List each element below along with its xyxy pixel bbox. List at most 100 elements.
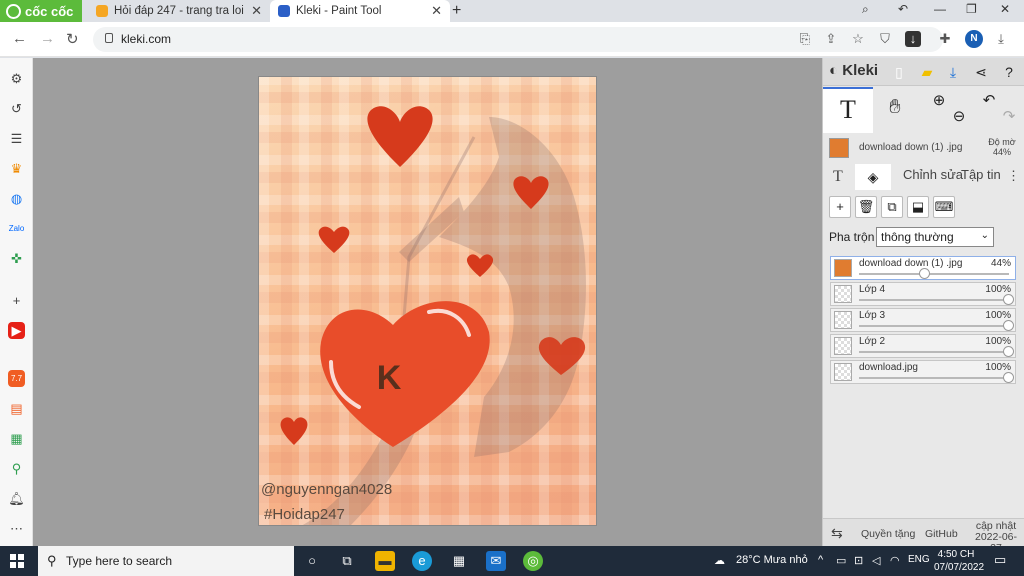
slider-knob[interactable] [1003,372,1014,383]
translate-icon[interactable]: ⎘ [797,31,813,47]
tab-file[interactable]: Tập tin [961,168,1011,182]
notification-bell-icon[interactable]: 🔔︎ [8,490,25,507]
slider-knob[interactable] [1003,320,1014,331]
weather-icon[interactable]: ☁ [714,554,725,567]
notifications-icon[interactable]: ▭ [994,552,1006,568]
forward-button[interactable]: → [40,30,55,47]
wifi-icon[interactable]: ◠ [890,554,900,567]
extensions-icon[interactable]: ✚ [937,31,953,47]
share-icon[interactable]: ⋖ [973,64,989,80]
share-icon[interactable]: ⇪ [823,31,839,47]
github-link[interactable]: GitHub [925,528,958,540]
save-download-icon[interactable]: ⤓ [945,64,961,80]
layer-opacity-slider[interactable] [859,325,1009,327]
tab-search-icon[interactable]: ⌕ [862,2,869,17]
layer-opacity-slider[interactable] [859,351,1009,353]
slider-knob[interactable] [1003,346,1014,357]
tab-layers[interactable]: ◈ [855,164,891,190]
tab-edit[interactable]: Chỉnh sửa [903,168,963,182]
close-tab-icon[interactable]: ✕ [431,3,442,19]
text-tool-button[interactable]: T [823,87,873,133]
zoom-out-icon[interactable]: ⊖ [951,109,967,125]
donate-link[interactable]: Quyền tặng [861,528,915,540]
bookmark-star-icon[interactable]: ☆ [850,31,866,47]
clock[interactable]: 4:50 CH 07/07/2022 [934,548,984,574]
reload-button[interactable]: ↻ [66,30,79,48]
reading-list-icon[interactable]: ☰ [8,130,25,147]
tab-hoidap247[interactable]: Hỏi đáp 247 - trang tra loi ✕ [88,0,270,22]
layer-row[interactable]: Lớp 4 100% [830,282,1016,306]
file-explorer-icon[interactable]: ▬ [375,551,395,571]
shopping-icon[interactable]: ▤ [8,400,25,417]
minimize-button[interactable]: — [934,2,946,16]
rename-layer-button[interactable]: ⌨ [933,196,955,218]
store-icon[interactable]: ▦ [449,551,469,571]
download-page-icon[interactable]: ↓ [905,31,921,47]
crown-icon[interactable]: ♛ [8,160,25,177]
coccoc-brand[interactable]: cốc cốc [0,0,82,22]
close-window-button[interactable]: ✕ [1000,2,1010,16]
slider-knob[interactable] [919,268,930,279]
hand-tool-icon[interactable]: ✋︎ [887,97,903,117]
restore-icon[interactable]: ↶ [898,2,908,16]
undo-icon[interactable]: ↶ [981,93,997,109]
layer-row[interactable]: download.jpg 100% [830,360,1016,384]
layer-opacity-slider[interactable] [859,377,1009,379]
close-tab-icon[interactable]: ✕ [251,3,262,19]
new-image-icon[interactable]: ▯ [891,64,907,80]
redo-icon[interactable]: ↷ [1001,109,1017,125]
more-icon[interactable]: ⋯ [8,520,25,537]
messenger-icon[interactable]: ◍ [8,190,25,207]
spreadsheet-icon[interactable]: ▦ [8,430,25,447]
edge-icon[interactable]: e [412,551,432,571]
layer-row[interactable]: Lớp 2 100% [830,334,1016,358]
shield-icon[interactable]: ⛉ [877,31,893,47]
layer-row[interactable]: download down (1) .jpg 44% [830,256,1016,280]
volume-icon[interactable]: ◁ [872,554,880,567]
taskbar-search[interactable]: ⚲ Type here to search [38,546,294,576]
tab-kleki[interactable]: Kleki - Paint Tool ✕ [270,0,450,22]
show-hidden-icon[interactable]: ^ [818,554,823,566]
layer-opacity-slider[interactable] [859,299,1009,301]
new-tab-button[interactable]: + [452,2,461,20]
mail-icon[interactable]: ✉ [486,551,506,571]
task-view-icon[interactable]: ⧉ [337,551,357,571]
back-button[interactable]: ← [12,30,27,47]
maximize-button[interactable]: ❐ [966,2,977,16]
kleki-logo[interactable]: ◐ Kleki [829,62,878,79]
gamepad-icon[interactable]: ✜ [8,250,25,267]
merge-layer-button[interactable]: ⬓ [907,196,929,218]
more-menu-icon[interactable]: ⋮ [1007,168,1020,184]
artwork-canvas[interactable]: K @nguyenngan4028 #Hoidap247 [258,76,597,526]
slider-knob[interactable] [1003,294,1014,305]
language-indicator[interactable]: ENG [908,554,930,565]
zoom-in-icon[interactable]: ⊕ [931,93,947,109]
weather-text[interactable]: 28°C Mưa nhỏ [736,554,808,566]
map-pin-icon[interactable]: ⚲ [8,460,25,477]
duplicate-layer-button[interactable]: ⧉ [881,196,903,218]
add-layer-button[interactable]: + [829,196,851,218]
coccoc-taskbar-icon[interactable]: ◎ [523,551,543,571]
swap-icon[interactable]: ⇆ [831,525,843,542]
help-icon[interactable]: ? [1001,64,1017,80]
delete-layer-button[interactable]: 🗑︎ [855,196,877,218]
profile-avatar[interactable]: N [965,30,983,48]
youtube-icon[interactable]: ▶ [8,322,25,339]
layer-opacity-slider[interactable] [859,273,1009,275]
tab-tool-settings[interactable]: T [833,168,843,186]
zalo-icon[interactable]: Zalo [8,220,25,237]
network-icon[interactable]: ⊡ [854,554,863,567]
add-shortcut-icon[interactable]: + [8,292,25,309]
settings-gear-icon[interactable]: ⚙ [8,70,25,87]
shopee-icon[interactable]: 7.7 [8,370,25,387]
blend-mode-select[interactable]: thông thường ⌄ [876,227,994,247]
battery-icon[interactable]: ▭ [836,554,846,567]
canvas-area[interactable]: K @nguyenngan4028 #Hoidap247 [33,58,822,546]
windows-start-icon[interactable] [10,554,24,568]
layer-row[interactable]: Lớp 3 100% [830,308,1016,332]
history-icon[interactable]: ↺ [8,100,25,117]
downloads-icon[interactable]: ⤓ [993,31,1009,47]
cortana-icon[interactable]: ○ [302,551,322,571]
open-folder-icon[interactable]: ▰ [919,64,935,80]
address-bar[interactable]: kleki.com [93,27,943,52]
